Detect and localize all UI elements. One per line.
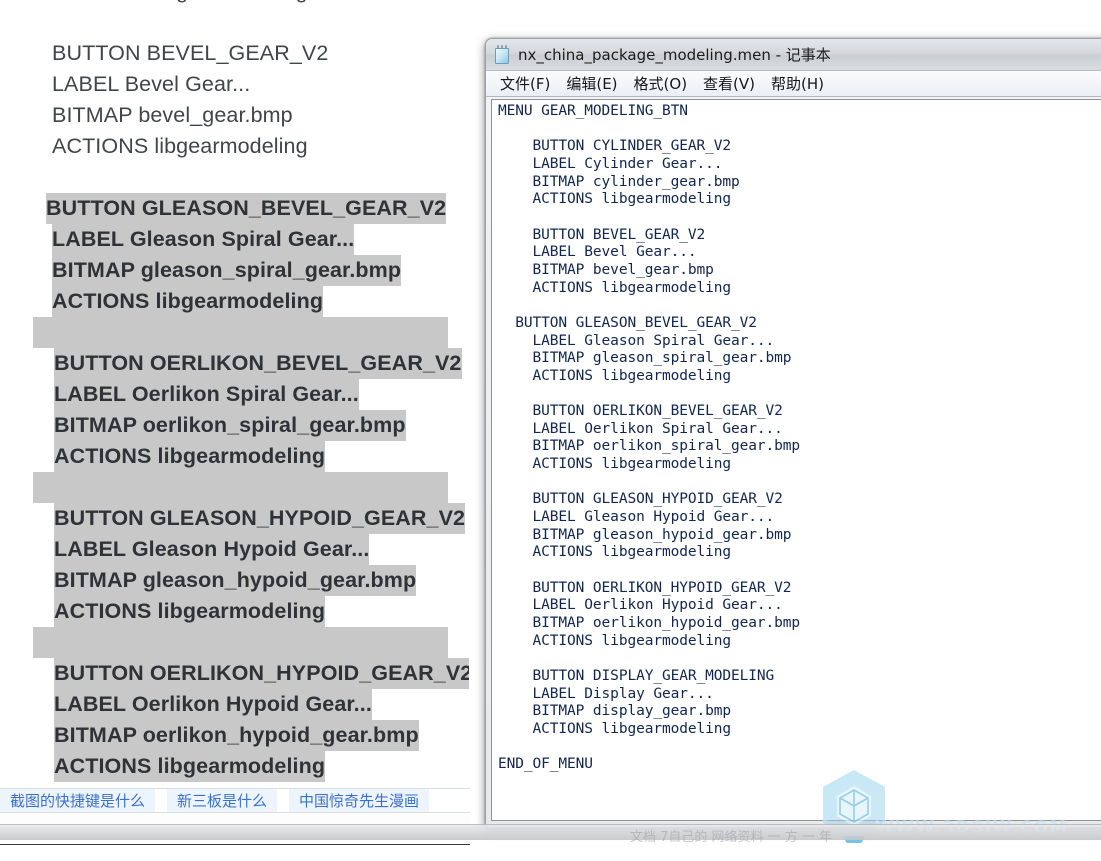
document-text-block[interactable]: ACTIONS libgearmodeling BUTTON BEVEL_GEA… — [0, 0, 470, 782]
document-line-text: BUTTON GLEASON_HYPOID_GEAR_V2 — [54, 503, 466, 534]
notepad-titlebar[interactable]: nx_china_package_modeling.men - 记事本 — [486, 39, 1101, 71]
notepad-menu-item-0[interactable]: 文件(F) — [492, 72, 558, 95]
notepad-menubar[interactable]: 文件(F) 编辑(E) 格式(O) 查看(V) 帮助(H) — [486, 71, 1101, 97]
notepad-menu-item-4[interactable]: 帮助(H) — [763, 72, 832, 95]
document-line-text: ACTIONS libgearmodeling — [54, 441, 326, 472]
document-line-text — [33, 627, 448, 658]
document-line — [0, 627, 470, 658]
document-line-text: BUTTON OERLIKON_HYPOID_GEAR_V2 — [54, 658, 470, 689]
document-line: BUTTON OERLIKON_BEVEL_GEAR_V2 — [0, 348, 470, 379]
document-line-text: LABEL Oerlikon Hypoid Gear... — [54, 689, 372, 720]
desktop-taskbar[interactable] — [0, 824, 1101, 840]
notepad-text-content[interactable]: MENU GEAR_MODELING_BTN BUTTON CYLINDER_G… — [498, 103, 1101, 820]
document-line-text — [33, 472, 448, 503]
related-link-1[interactable]: 新三板是什么 — [167, 789, 278, 812]
document-line — [0, 7, 470, 38]
document-line: ACTIONS libgearmodeling — [0, 0, 470, 7]
document-line: BUTTON OERLIKON_HYPOID_GEAR_V2 — [0, 658, 470, 689]
document-line: BUTTON BEVEL_GEAR_V2 — [0, 38, 470, 69]
screen-root: ACTIONS libgearmodeling BUTTON BEVEL_GEA… — [0, 0, 1101, 861]
document-line-text: ACTIONS libgearmodeling — [54, 751, 326, 782]
document-right-edge — [469, 0, 471, 800]
background-document: ACTIONS libgearmodeling BUTTON BEVEL_GEA… — [0, 0, 470, 800]
document-line: BITMAP bevel_gear.bmp — [0, 100, 470, 131]
notepad-menu-item-2[interactable]: 格式(O) — [626, 72, 696, 95]
document-line-text: LABEL Gleason Spiral Gear... — [52, 224, 355, 255]
document-line-text: BITMAP bevel_gear.bmp — [52, 103, 293, 127]
document-line-text: BITMAP gleason_hypoid_gear.bmp — [54, 565, 417, 596]
document-line-text: ACTIONS libgearmodeling — [54, 596, 326, 627]
document-line: ACTIONS libgearmodeling — [0, 751, 470, 782]
document-line: BITMAP gleason_spiral_gear.bmp — [0, 255, 470, 286]
document-line-text: BUTTON OERLIKON_BEVEL_GEAR_V2 — [54, 348, 462, 379]
document-line-text: BUTTON BEVEL_GEAR_V2 — [52, 41, 329, 65]
document-line-text: LABEL Bevel Gear... — [52, 72, 251, 96]
document-line: LABEL Oerlikon Spiral Gear... — [0, 379, 470, 410]
document-line: LABEL Oerlikon Hypoid Gear... — [0, 689, 470, 720]
document-line-text: BITMAP oerlikon_hypoid_gear.bmp — [54, 720, 419, 751]
link-gap — [277, 789, 290, 812]
document-line: BUTTON GLEASON_BEVEL_GEAR_V2 — [0, 193, 470, 224]
notepad-menu-item-3[interactable]: 查看(V) — [695, 72, 763, 95]
link-gap — [155, 789, 168, 812]
document-line-text: LABEL Oerlikon Spiral Gear... — [54, 379, 359, 410]
document-line: BITMAP gleason_hypoid_gear.bmp — [0, 565, 470, 596]
document-line: ACTIONS libgearmodeling — [0, 131, 470, 162]
document-line-text — [52, 7, 58, 38]
document-line: ACTIONS libgearmodeling — [0, 441, 470, 472]
document-line: ACTIONS libgearmodeling — [0, 286, 470, 317]
document-line: LABEL Gleason Spiral Gear... — [0, 224, 470, 255]
document-line-text — [33, 317, 448, 348]
document-line-text: BITMAP gleason_spiral_gear.bmp — [52, 255, 402, 286]
document-line — [0, 317, 470, 348]
document-line: BITMAP oerlikon_spiral_gear.bmp — [0, 410, 470, 441]
document-line-text: BUTTON GLEASON_BEVEL_GEAR_V2 — [46, 193, 447, 224]
notepad-menu-item-1[interactable]: 编辑(E) — [558, 72, 625, 95]
document-line — [0, 472, 470, 503]
document-line-text: ACTIONS libgearmodeling — [52, 0, 308, 7]
bottom-white-strip — [0, 843, 1101, 861]
document-line-text — [52, 162, 58, 193]
document-line-text: LABEL Gleason Hypoid Gear... — [54, 534, 370, 565]
notepad-text-area[interactable]: MENU GEAR_MODELING_BTN BUTTON CYLINDER_G… — [491, 99, 1101, 821]
bottom-divider-rule — [0, 844, 470, 845]
document-line-text: BITMAP oerlikon_spiral_gear.bmp — [54, 410, 406, 441]
notepad-window[interactable]: nx_china_package_modeling.men - 记事本 文件(F… — [485, 38, 1101, 828]
related-link-0[interactable]: 截图的快捷键是什么 — [0, 789, 156, 812]
document-line-text: ACTIONS libgearmodeling — [52, 134, 308, 158]
document-line: BITMAP oerlikon_hypoid_gear.bmp — [0, 720, 470, 751]
related-links-bar[interactable]: 截图的快捷键是什么 新三板是什么 中国惊奇先生漫画 — [0, 788, 470, 813]
document-line: BUTTON GLEASON_HYPOID_GEAR_V2 — [0, 503, 470, 534]
notepad-title-text: nx_china_package_modeling.men - 记事本 — [518, 46, 831, 64]
notepad-icon — [494, 45, 511, 64]
document-line: ACTIONS libgearmodeling — [0, 596, 470, 627]
document-line-text: ACTIONS libgearmodeling — [52, 286, 324, 317]
document-line — [0, 162, 470, 193]
document-line: LABEL Gleason Hypoid Gear... — [0, 534, 470, 565]
document-line: LABEL Bevel Gear... — [0, 69, 470, 100]
related-link-2[interactable]: 中国惊奇先生漫画 — [289, 789, 430, 812]
